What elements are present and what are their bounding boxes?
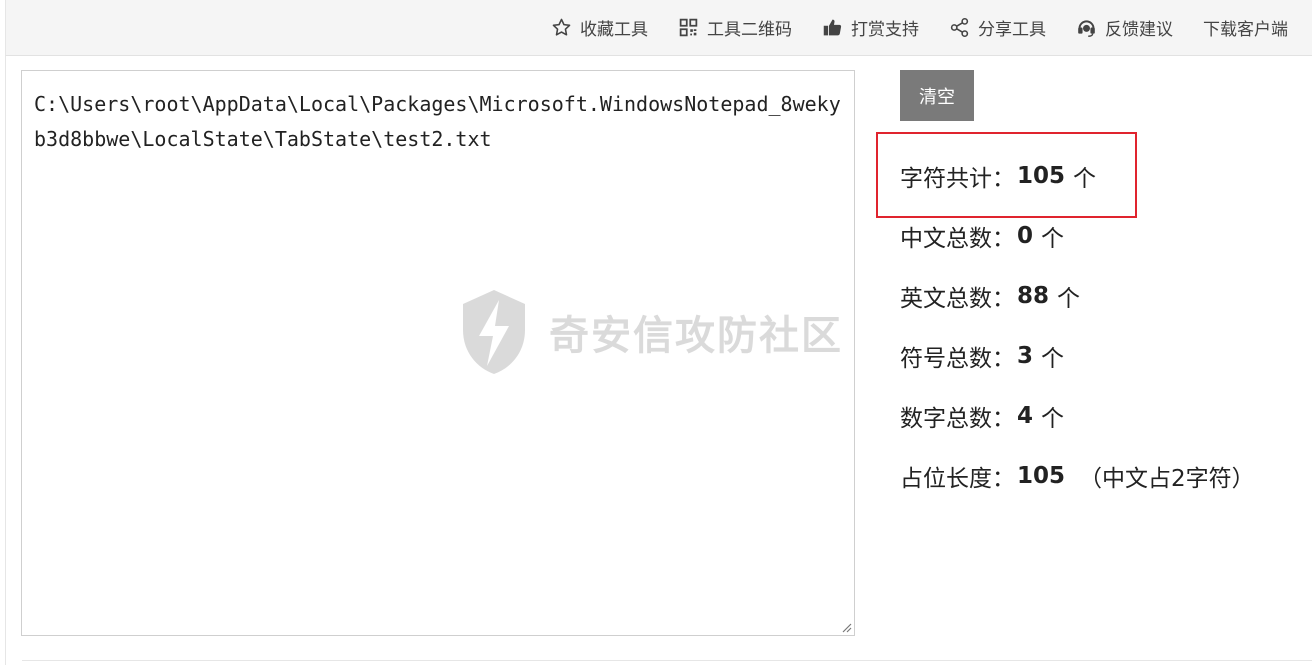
stat-symbols: 符号总数： 3 个 <box>900 336 1064 376</box>
stat-chinese-unit: 个 <box>1041 226 1065 252</box>
share-icon <box>950 17 969 38</box>
stat-english-unit: 个 <box>1057 286 1081 312</box>
stat-english-value: 88 <box>1017 283 1050 309</box>
text-input-value[interactable]: C:\Users\root\AppData\Local\Packages\Mic… <box>34 87 846 157</box>
stat-symbols-value: 3 <box>1017 343 1034 369</box>
stat-symbols-label: 符号总数： <box>900 346 1015 372</box>
feedback-label: 反馈建议 <box>1105 20 1173 40</box>
text-input-area[interactable]: C:\Users\root\AppData\Local\Packages\Mic… <box>21 70 855 636</box>
stat-digits-label: 数字总数： <box>900 406 1015 432</box>
stat-digits-unit: 个 <box>1041 406 1065 432</box>
stat-digits: 数字总数： 4 个 <box>900 396 1064 436</box>
qrcode-icon <box>679 18 698 37</box>
favorite-tool-button[interactable]: 收藏工具 <box>551 15 648 40</box>
stat-english-label: 英文总数： <box>900 286 1015 312</box>
stat-length-value: 105 <box>1017 463 1066 489</box>
top-toolbar: 收藏工具 工具二维码 打赏支持 分享工具 反馈建议 下载客户端 <box>5 0 1312 56</box>
stat-total: 字符共计： 105 个 <box>900 156 1096 196</box>
favorite-tool-label: 收藏工具 <box>580 20 648 40</box>
tool-qrcode-label: 工具二维码 <box>707 20 792 40</box>
stat-total-value: 105 <box>1017 163 1066 189</box>
stat-length-note: （中文占2字符） <box>1079 466 1255 492</box>
share-tool-button[interactable]: 分享工具 <box>949 15 1046 40</box>
stat-total-label: 字符共计： <box>900 166 1015 192</box>
stat-english: 英文总数： 88 个 <box>900 276 1080 316</box>
stat-chinese-value: 0 <box>1017 223 1034 249</box>
toolbar-nav: 收藏工具 工具二维码 打赏支持 分享工具 反馈建议 下载客户端 <box>521 0 1288 55</box>
thumbs-up-icon <box>823 19 842 36</box>
resize-handle-icon[interactable] <box>840 621 852 633</box>
stat-length-label: 占位长度： <box>900 466 1015 492</box>
feedback-button[interactable]: 反馈建议 <box>1076 15 1173 40</box>
bottom-divider <box>22 660 1312 661</box>
download-client-button[interactable]: 下载客户端 <box>1203 15 1288 40</box>
stat-chinese: 中文总数： 0 个 <box>900 216 1064 256</box>
stat-digits-value: 4 <box>1017 403 1034 429</box>
star-icon <box>552 18 571 36</box>
donate-support-button[interactable]: 打赏支持 <box>822 15 919 40</box>
download-client-label: 下载客户端 <box>1203 20 1288 40</box>
clear-button[interactable]: 清空 <box>900 70 974 121</box>
stat-length: 占位长度： 105 （中文占2字符） <box>900 456 1255 496</box>
headset-icon <box>1078 20 1095 37</box>
donate-support-label: 打赏支持 <box>851 20 919 40</box>
stat-symbols-unit: 个 <box>1041 346 1065 372</box>
stat-chinese-label: 中文总数： <box>900 226 1015 252</box>
stat-total-unit: 个 <box>1073 166 1097 192</box>
tool-qrcode-button[interactable]: 工具二维码 <box>678 15 792 40</box>
share-tool-label: 分享工具 <box>978 20 1046 40</box>
